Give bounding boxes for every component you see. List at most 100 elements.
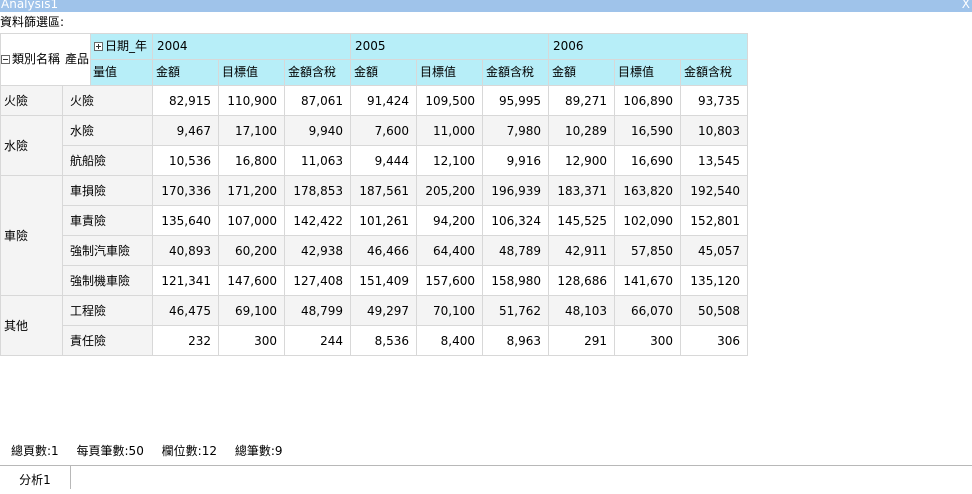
value-cell: 17,100 (218, 115, 285, 146)
value-cell: 232 (152, 325, 219, 356)
value-cell: 291 (548, 325, 616, 356)
measure-column-header[interactable]: 金額含稅 (283, 59, 352, 86)
value-cell: 151,409 (350, 265, 418, 296)
measure-column-header[interactable]: 金額 (152, 59, 219, 86)
value-cell: 300 (614, 325, 682, 356)
sheet-tab-bar: 分析1 (0, 465, 972, 489)
value-cell: 196,939 (482, 175, 550, 206)
value-cell: 244 (283, 325, 352, 356)
value-cell: 102,090 (614, 205, 682, 236)
value-cell: 9,444 (350, 145, 418, 176)
total-pages: 總頁數:1 (11, 444, 59, 458)
measure-column-header[interactable]: 金額含稅 (680, 59, 749, 86)
value-cell: 106,324 (482, 205, 550, 236)
value-cell: 7,980 (482, 115, 550, 146)
pivot-table: 類別名稱 產品 日期_年 2004 2005 2006 量值 金額 目標值 金額含稅 金額 目標值 金額… (0, 33, 749, 356)
title-bar: Analysis1 X (0, 0, 972, 12)
value-cell: 106,890 (614, 85, 682, 116)
pivot-corner: 類別名稱 產品 (0, 33, 91, 86)
product-cell[interactable]: 強制汽車險 (62, 235, 153, 266)
collapse-icon[interactable] (1, 55, 10, 64)
measure-column-header[interactable]: 目標值 (416, 59, 484, 86)
value-cell: 163,820 (614, 175, 682, 206)
value-cell: 51,762 (482, 295, 550, 326)
product-cell[interactable]: 工程險 (62, 295, 153, 326)
product-cell[interactable]: 強制機車險 (62, 265, 153, 296)
value-cell: 42,911 (548, 235, 616, 266)
value-cell: 187,561 (350, 175, 418, 206)
product-cell[interactable]: 火險 (62, 85, 153, 116)
value-cell: 8,400 (416, 325, 484, 356)
col-field-label: 日期_年 (105, 39, 148, 53)
year-header[interactable]: 2006 (548, 33, 749, 60)
value-cell: 9,467 (152, 115, 219, 146)
value-cell: 89,271 (548, 85, 616, 116)
value-cell: 48,799 (283, 295, 352, 326)
expand-icon[interactable] (94, 42, 103, 51)
value-cell: 7,600 (350, 115, 418, 146)
value-cell: 10,803 (680, 115, 749, 146)
product-cell[interactable]: 水險 (62, 115, 153, 146)
value-cell: 42,938 (283, 235, 352, 266)
value-cell: 49,297 (350, 295, 418, 326)
value-cell: 8,536 (350, 325, 418, 356)
value-cell: 110,900 (218, 85, 285, 116)
column-count: 欄位數:12 (161, 444, 217, 458)
measure-column-header[interactable]: 金額 (548, 59, 616, 86)
value-cell: 70,100 (416, 295, 484, 326)
value-cell: 9,940 (283, 115, 352, 146)
close-icon[interactable]: X (962, 0, 970, 10)
category-cell[interactable]: 火險 (0, 85, 63, 116)
value-cell: 60,200 (218, 235, 285, 266)
value-cell: 87,061 (283, 85, 352, 116)
value-cell: 48,103 (548, 295, 616, 326)
value-cell: 145,525 (548, 205, 616, 236)
value-cell: 121,341 (152, 265, 219, 296)
value-cell: 45,057 (680, 235, 749, 266)
value-cell: 128,686 (548, 265, 616, 296)
category-cell[interactable]: 其他 (0, 295, 63, 356)
year-header[interactable]: 2004 (151, 33, 352, 60)
value-cell: 152,801 (680, 205, 749, 236)
value-cell: 94,200 (416, 205, 484, 236)
value-cell: 50,508 (680, 295, 749, 326)
measure-column-header[interactable]: 金額 (350, 59, 418, 86)
value-cell: 8,963 (482, 325, 550, 356)
row-field-header-product[interactable]: 產品 (65, 48, 89, 70)
value-cell: 142,422 (283, 205, 352, 236)
product-cell[interactable]: 責任險 (62, 325, 153, 356)
category-cell[interactable]: 水險 (0, 115, 63, 176)
value-cell: 205,200 (416, 175, 484, 206)
value-cell: 11,063 (283, 145, 352, 176)
value-cell: 12,100 (416, 145, 484, 176)
col-field-header[interactable]: 日期_年 (90, 33, 153, 60)
value-cell: 10,289 (548, 115, 616, 146)
value-cell: 135,120 (680, 265, 749, 296)
measure-column-header[interactable]: 目標值 (614, 59, 682, 86)
value-cell: 64,400 (416, 235, 484, 266)
table-row: 責任險 232 300 244 8,536 8,400 8,963 291 300 306 (1, 325, 749, 356)
value-cell: 127,408 (283, 265, 352, 296)
value-cell: 12,900 (548, 145, 616, 176)
measure-column-header[interactable]: 金額含稅 (482, 59, 550, 86)
value-cell: 170,336 (152, 175, 219, 206)
value-cell: 135,640 (152, 205, 219, 236)
value-cell: 46,466 (350, 235, 418, 266)
product-cell[interactable]: 車責險 (62, 205, 153, 236)
value-cell: 66,070 (614, 295, 682, 326)
table-row: 強制機車險 121,341 147,600 127,408 151,409 157,600… (1, 265, 749, 296)
row-field-label-category: 類別名稱 (12, 52, 61, 66)
rows-per-page: 每頁筆數:50 (76, 444, 144, 458)
tab-analysis-1[interactable]: 分析1 (0, 466, 71, 489)
year-header[interactable]: 2005 (350, 33, 550, 60)
row-field-header-category[interactable]: 類別名稱 (1, 48, 60, 70)
filter-area-label: 資料篩選區: (0, 15, 65, 29)
value-cell: 40,893 (152, 235, 219, 266)
product-cell[interactable]: 車損險 (62, 175, 153, 206)
value-cell: 107,000 (218, 205, 285, 236)
value-cell: 306 (680, 325, 749, 356)
value-cell: 183,371 (548, 175, 616, 206)
product-cell[interactable]: 航船險 (62, 145, 153, 176)
measure-column-header[interactable]: 目標值 (218, 59, 285, 86)
category-cell[interactable]: 車險 (0, 175, 63, 296)
